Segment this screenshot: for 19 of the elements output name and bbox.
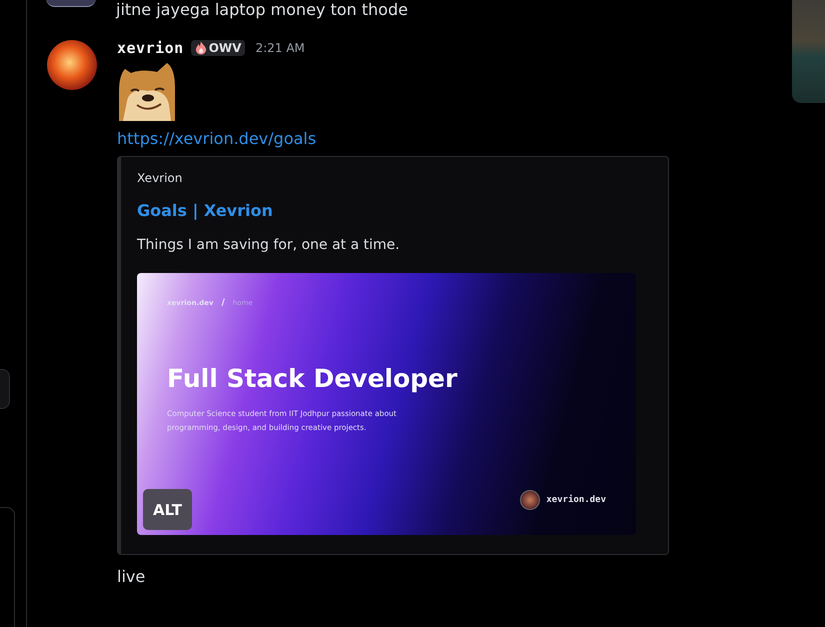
hero-heading: Full Stack Developer: [167, 364, 458, 393]
username[interactable]: xevrion: [117, 39, 184, 57]
timestamp: 2:21 AM: [255, 41, 305, 55]
avatar[interactable]: [47, 40, 97, 90]
role-tag: OWV: [190, 40, 246, 56]
embed-description: Things I am saving for, one at a time.: [137, 236, 400, 254]
avatar: [520, 490, 540, 510]
breadcrumb-separator: /: [221, 299, 225, 307]
embed-provider: Xevrion: [137, 170, 182, 186]
site-name: xevrion.dev: [546, 495, 606, 505]
alt-text-button[interactable]: ALT: [143, 489, 192, 530]
link[interactable]: https://xevrion.dev/goals: [117, 129, 316, 149]
panel-edge: [0, 369, 10, 409]
dog-sticker-drawing: [117, 61, 177, 121]
message-text: live: [117, 567, 146, 587]
flame-icon: [194, 41, 207, 55]
embed-title-link[interactable]: Goals | Xevrion: [137, 201, 273, 221]
message-text: jitne jayega laptop money ton thode: [116, 0, 408, 20]
avatar[interactable]: [46, 0, 96, 7]
